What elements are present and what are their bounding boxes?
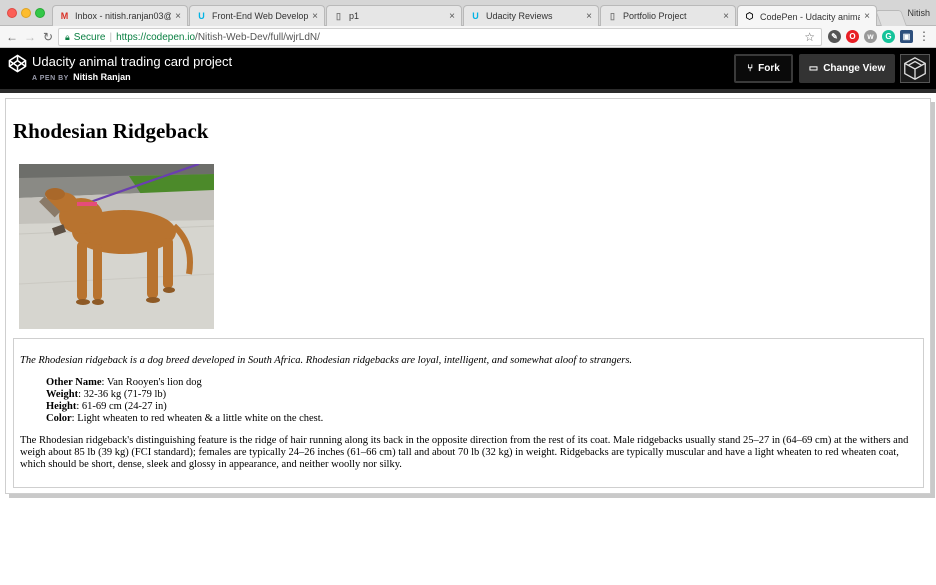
fork-label: Fork	[758, 63, 780, 74]
change-view-label: Change View	[823, 63, 886, 74]
fact-value: : 32-36 kg (71-79 lb)	[78, 389, 167, 400]
gmail-icon: M	[60, 11, 69, 21]
browser-tab-codepen[interactable]: ⬡ CodePen - Udacity animal t ×	[737, 5, 877, 27]
fork-button[interactable]: ⑂ Fork	[734, 54, 793, 83]
address-bar[interactable]: 🔒︎ Secure | https://codepen.io /Nitish-W…	[58, 28, 822, 46]
bookmark-star-icon[interactable]: ☆	[804, 30, 815, 44]
minimize-window-button[interactable]	[21, 8, 31, 18]
forward-arrow-icon[interactable]: →	[22, 29, 38, 45]
close-window-button[interactable]	[7, 8, 17, 18]
divider: |	[109, 31, 113, 43]
tab-title: CodePen - Udacity animal t	[760, 11, 861, 22]
tab-title: Front-End Web Developer N	[212, 11, 309, 21]
breed-info-box: The Rhodesian ridgeback is a dog breed d…	[13, 338, 924, 488]
fact-color: Color: Light wheaten to red wheaten & a …	[46, 413, 323, 425]
header-divider	[0, 89, 936, 93]
browser-tab-udacity-reviews[interactable]: U Udacity Reviews ×	[463, 5, 599, 26]
close-icon[interactable]: ×	[864, 11, 870, 22]
url-path: /Nitish-Web-Dev/full/wjrLdN/	[195, 31, 320, 43]
fact-weight: Weight: 32-36 kg (71-79 lb)	[46, 389, 323, 401]
new-tab-button[interactable]	[875, 10, 907, 26]
by-label: A PEN BY	[32, 75, 69, 82]
fact-value: : Van Rooyen's lion dog	[101, 377, 202, 388]
browser-tab-strip: M Inbox - nitish.ranjan03@gm × U Front-E…	[0, 0, 936, 27]
codepen-logo-icon[interactable]	[8, 54, 27, 73]
w-extension-icon[interactable]: w	[864, 30, 877, 43]
browser-tab-p1[interactable]: ▯ p1 ×	[326, 5, 462, 26]
browser-toolbar: ← → ↻ 🔒︎ Secure | https://codepen.io /Ni…	[0, 26, 936, 48]
fact-label: Weight	[46, 389, 79, 400]
pen-byline: A PEN BY Nitish Ranjan	[32, 72, 131, 82]
fact-other-name: Other Name: Van Rooyen's lion dog	[46, 377, 323, 389]
close-icon[interactable]: ×	[175, 11, 181, 22]
back-arrow-icon[interactable]: ←	[4, 29, 20, 45]
tab-title: Udacity Reviews	[486, 11, 553, 21]
secure-label: Secure	[73, 31, 106, 43]
document-icon: ▯	[336, 10, 341, 21]
codepen-icon: ⬡	[745, 11, 754, 21]
reload-icon[interactable]: ↻	[40, 29, 56, 45]
dog-photo	[19, 164, 214, 329]
browser-tab-gmail[interactable]: M Inbox - nitish.ranjan03@gm ×	[52, 5, 188, 26]
udacity-icon: U	[472, 11, 479, 21]
maximize-window-button[interactable]	[35, 8, 45, 18]
tab-title: Inbox - nitish.ranjan03@gm	[75, 11, 171, 21]
lock-icon: 🔒︎	[65, 31, 70, 42]
fact-label: Other Name	[46, 377, 102, 388]
fact-value: : 61-69 cm (24-27 in)	[76, 401, 167, 412]
grammarly-extension-icon[interactable]: G	[882, 30, 895, 43]
eyedropper-extension-icon[interactable]: ✎	[828, 30, 841, 43]
change-view-button[interactable]: ▭ Change View	[799, 54, 895, 83]
opera-extension-icon[interactable]: O	[846, 30, 859, 43]
fact-height: Height: 61-69 cm (24-27 in)	[46, 401, 323, 413]
url-host: https://codepen.io	[116, 31, 196, 43]
fact-value: : Light wheaten to red wheaten & a littl…	[71, 413, 324, 424]
close-icon[interactable]: ×	[586, 11, 592, 22]
fact-label: Height	[46, 401, 77, 412]
author-link[interactable]: Nitish Ranjan	[73, 72, 131, 82]
close-icon[interactable]: ×	[723, 11, 729, 22]
pen-title: Udacity animal trading card project	[32, 54, 233, 69]
breed-intro: The Rhodesian ridgeback is a dog breed d…	[20, 355, 633, 366]
page-title: Rhodesian Ridgeback	[13, 119, 209, 143]
udacity-icon: U	[198, 11, 205, 21]
codepen-header: Udacity animal trading card project A PE…	[0, 48, 936, 89]
menu-dots-icon[interactable]: ⋮	[918, 29, 930, 43]
tab-title: Portfolio Project	[623, 11, 687, 21]
avatar[interactable]	[900, 54, 930, 83]
close-icon[interactable]: ×	[312, 11, 318, 22]
breed-facts-list: Other Name: Van Rooyen's lion dog Weight…	[46, 377, 323, 425]
profile-name[interactable]: Nitish	[907, 8, 930, 18]
breed-description: The Rhodesian ridgeback's distinguishing…	[20, 435, 909, 470]
fact-label: Color	[46, 413, 72, 424]
close-icon[interactable]: ×	[449, 11, 455, 22]
browser-tab-udacity-fend[interactable]: U Front-End Web Developer N ×	[189, 5, 325, 26]
browser-tab-portfolio[interactable]: ▯ Portfolio Project ×	[600, 5, 736, 26]
layout-icon: ▭	[808, 63, 819, 74]
screen-extension-icon[interactable]: ▣	[900, 30, 913, 43]
fork-icon: ⑂	[747, 63, 754, 74]
tab-title: p1	[349, 11, 360, 21]
document-icon: ▯	[610, 10, 615, 21]
